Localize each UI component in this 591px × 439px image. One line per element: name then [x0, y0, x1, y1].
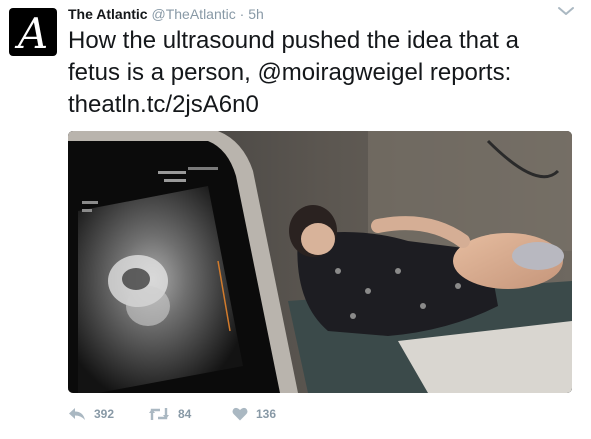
- reply-count: 392: [94, 407, 115, 421]
- timestamp[interactable]: 5h: [248, 6, 264, 22]
- tweet-text-line: theatln.tc/2jsA6n0: [68, 89, 578, 121]
- author-name[interactable]: The Atlantic: [68, 6, 148, 22]
- retweet-count: 84: [178, 407, 192, 421]
- retweet-icon: [149, 408, 169, 420]
- tweet-text-line2-post: reports:: [423, 59, 512, 86]
- tweet-text-line: How the ultrasound pushed the idea that …: [68, 25, 578, 57]
- tweet-text-line: fetus is a person, @moiragweigel reports…: [68, 57, 578, 89]
- mention-link[interactable]: @moiragweigel: [257, 59, 423, 86]
- atlantic-logo: A: [17, 9, 49, 56]
- tweet-link[interactable]: theatln.tc/2jsA6n0: [68, 91, 259, 118]
- like-count: 136: [256, 407, 277, 421]
- reply-icon: [69, 408, 85, 420]
- ultrasound-photo: [68, 131, 572, 393]
- tweet-text-line2-pre: fetus is a person,: [68, 59, 258, 86]
- heart-icon: [232, 407, 248, 421]
- author-handle[interactable]: @TheAtlantic: [152, 6, 236, 22]
- avatar[interactable]: A: [9, 8, 57, 56]
- reply-button[interactable]: 392: [68, 404, 114, 424]
- tweet-actions: 392 84 136: [68, 404, 468, 424]
- tweet-card[interactable]: A The Atlantic @TheAtlantic · 5h How the…: [0, 0, 591, 439]
- tweet-text: How the ultrasound pushed the idea that …: [68, 25, 578, 121]
- chevron-down-icon[interactable]: [557, 4, 575, 18]
- retweet-button[interactable]: 84: [148, 404, 191, 424]
- tweet-photo[interactable]: [68, 131, 572, 393]
- tweet-header: The Atlantic @TheAtlantic · 5h: [68, 6, 264, 22]
- tweet-text-line1: How the ultrasound pushed the idea that …: [68, 27, 519, 54]
- separator-dot: ·: [239, 6, 245, 22]
- like-button[interactable]: 136: [232, 404, 276, 424]
